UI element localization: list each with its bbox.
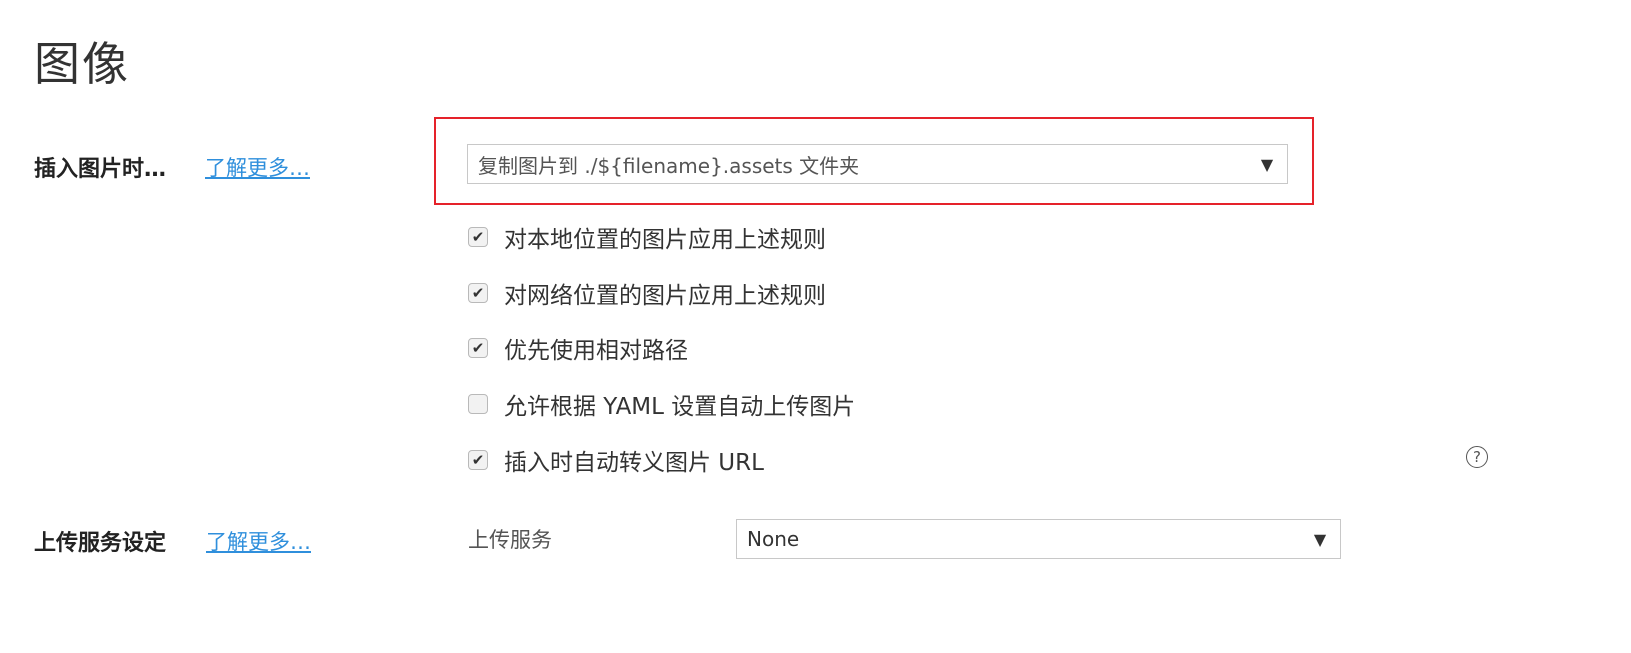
insert-image-select-value: 复制图片到 ./${filename}.assets 文件夹 [478, 153, 860, 178]
upload-service-field-label: 上传服务 [468, 528, 552, 552]
upload-service-select-value: None [747, 527, 800, 551]
checkbox-relative-path[interactable]: ✔ [468, 338, 488, 358]
upload-service-learn-more-link[interactable]: 了解更多… [206, 526, 311, 556]
checkbox-yaml-upload[interactable] [468, 394, 488, 414]
option-escape-url[interactable]: ✔ 插入时自动转义图片 URL [468, 445, 764, 476]
checkbox-local-images[interactable]: ✔ [468, 227, 488, 247]
option-local-images-label: 对本地位置的图片应用上述规则 [504, 227, 826, 253]
option-network-images-label: 对网络位置的图片应用上述规则 [504, 283, 826, 309]
chevron-down-icon: ▼ [1313, 529, 1327, 549]
insert-image-learn-more-link[interactable]: 了解更多… [205, 152, 310, 182]
option-yaml-upload-label: 允许根据 YAML 设置自动上传图片 [504, 394, 856, 420]
option-escape-url-label: 插入时自动转义图片 URL [504, 450, 764, 476]
help-icon[interactable]: ? [1466, 446, 1488, 468]
option-relative-path[interactable]: ✔ 优先使用相对路径 [468, 333, 688, 364]
checkbox-network-images[interactable]: ✔ [468, 283, 488, 303]
page-title: 图像 [34, 37, 130, 91]
option-local-images[interactable]: ✔ 对本地位置的图片应用上述规则 [468, 222, 826, 253]
insert-image-select[interactable]: 复制图片到 ./${filename}.assets 文件夹 ▼ [467, 144, 1288, 184]
chevron-down-icon: ▼ [1260, 154, 1274, 174]
option-relative-path-label: 优先使用相对路径 [504, 338, 688, 364]
upload-service-label: 上传服务设定 [34, 531, 167, 556]
option-network-images[interactable]: ✔ 对网络位置的图片应用上述规则 [468, 278, 826, 309]
insert-image-label: 插入图片时… [34, 157, 167, 182]
upload-service-select[interactable]: None ▼ [736, 519, 1341, 559]
checkbox-escape-url[interactable]: ✔ [468, 450, 488, 470]
option-yaml-upload[interactable]: 允许根据 YAML 设置自动上传图片 [468, 389, 856, 420]
